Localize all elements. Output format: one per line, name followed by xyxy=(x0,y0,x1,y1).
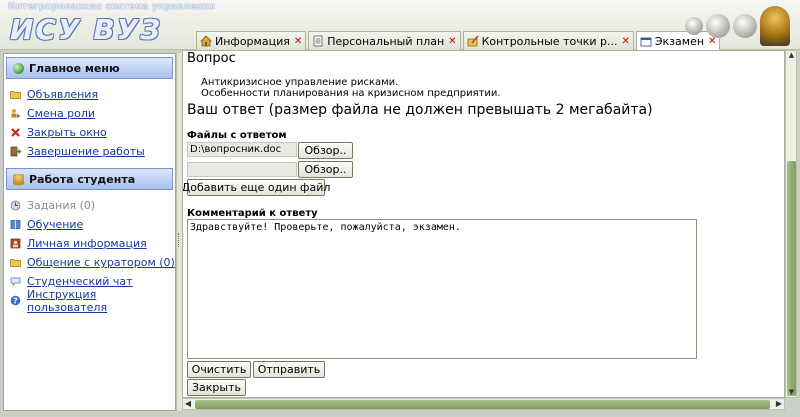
chat-icon xyxy=(10,276,21,287)
menu-item-label: Объявления xyxy=(27,88,99,101)
header-icons xyxy=(682,6,790,46)
photo-icon xyxy=(685,17,703,35)
book-icon xyxy=(10,219,21,230)
app-header: Интегрированная система управления ИСУ В… xyxy=(0,0,800,51)
scroll-left-icon[interactable]: ◀ xyxy=(183,399,193,409)
files-title: Файлы с ответом xyxy=(187,130,287,141)
file-path-field[interactable]: D:\вопросник.doc xyxy=(187,142,297,157)
pencil-icon xyxy=(467,35,479,47)
file-path-field[interactable] xyxy=(187,162,297,177)
person-card-icon xyxy=(10,238,21,249)
main-menu-title: Главное меню xyxy=(29,61,120,75)
university-logo-icon xyxy=(760,6,790,46)
vertical-scroll-thumb[interactable] xyxy=(787,161,796,396)
menu-item-announcements[interactable]: Объявления xyxy=(10,85,175,104)
vertical-scrollbar[interactable]: ▲ ▼ xyxy=(785,50,797,398)
photo-icon xyxy=(706,14,730,38)
photo-icon xyxy=(733,14,757,38)
student-icon xyxy=(13,173,24,185)
folder-icon xyxy=(10,257,21,268)
main-menu-header[interactable]: Главное меню xyxy=(6,57,173,79)
menu-item-label: Общение с куратором (0) xyxy=(27,256,175,269)
menu-item-label: Смена роли xyxy=(27,107,96,120)
question-title: Вопрос xyxy=(187,51,236,66)
menu-item-label: Закрыть окно xyxy=(27,126,107,139)
splitter-grip[interactable] xyxy=(178,233,181,247)
tab-label: Контрольные точки р... xyxy=(481,34,618,48)
add-file-button[interactable]: Добавить еще один файл xyxy=(183,179,330,196)
question-line: Особенности планирования на кризисном пр… xyxy=(201,88,501,99)
globe-icon xyxy=(13,62,24,74)
tab-label: Информация xyxy=(215,34,290,48)
tab-information[interactable]: Информация ✕ xyxy=(196,31,307,50)
browse-button[interactable]: Обзор.. xyxy=(298,142,353,159)
task-icon xyxy=(10,200,21,211)
main-menu-list: Объявления Смена роли Закрыть окно Завер… xyxy=(4,79,175,165)
student-menu-title: Работа студента xyxy=(29,172,136,186)
document-icon xyxy=(312,35,324,47)
menu-item-change-role[interactable]: Смена роли xyxy=(10,104,175,123)
scroll-down-icon[interactable]: ▼ xyxy=(787,388,796,397)
send-button[interactable]: Отправить xyxy=(253,361,325,378)
student-menu-list: Задания (0) Обучение Личная информация О… xyxy=(4,190,175,314)
menu-item-label: Студенческий чат xyxy=(27,275,133,288)
close-tab-icon[interactable]: ✕ xyxy=(294,36,302,47)
tab-personal-plan[interactable]: Персональный план ✕ xyxy=(308,31,461,50)
menu-item-label: Обучение xyxy=(27,218,84,231)
app-logo-title: ИСУ ВУЗ xyxy=(10,13,163,46)
comment-title: Комментарий к ответу xyxy=(187,208,318,219)
svg-text:?: ? xyxy=(13,296,18,305)
close-button[interactable]: Закрыть xyxy=(187,379,246,396)
menu-item-user-guide[interactable]: ? Инструкция пользователя xyxy=(10,288,175,314)
clear-button[interactable]: Очистить xyxy=(187,361,251,378)
horizontal-scrollbar[interactable]: ◀ ▶ xyxy=(182,398,785,410)
student-menu-header[interactable]: Работа студента xyxy=(6,168,173,190)
horizontal-scroll-thumb[interactable] xyxy=(195,400,770,409)
tab-bar: Информация ✕ Персональный план ✕ Контрол… xyxy=(196,31,722,51)
scroll-right-icon[interactable]: ▶ xyxy=(774,399,784,409)
menu-item-logout[interactable]: Завершение работы xyxy=(10,142,175,161)
tab-label: Персональный план xyxy=(327,34,445,48)
menu-item-personal-info[interactable]: Личная информация xyxy=(10,234,175,253)
comment-textarea[interactable]: Здравствуйте! Проверьте, пожалуйста, экз… xyxy=(187,219,697,359)
window-icon xyxy=(640,36,652,48)
tab-checkpoints[interactable]: Контрольные точки р... ✕ xyxy=(462,31,634,50)
menu-item-label: Личная информация xyxy=(27,237,147,250)
menu-item-curator-chat[interactable]: Общение с куратором (0) xyxy=(10,253,175,272)
menu-item-label: Завершение работы xyxy=(27,145,145,158)
menu-item-label: Задания (0) xyxy=(27,199,96,212)
menu-item-label: Инструкция пользователя xyxy=(27,287,108,314)
help-icon: ? xyxy=(10,295,21,306)
question-line: Антикризисное управление рисками. xyxy=(201,77,399,88)
menu-item-tasks[interactable]: Задания (0) xyxy=(10,196,175,215)
menu-item-education[interactable]: Обучение xyxy=(10,215,175,234)
user-switch-icon xyxy=(10,108,21,119)
browse-button[interactable]: Обзор.. xyxy=(298,161,353,178)
folder-icon xyxy=(10,89,21,100)
app-subtitle: Интегрированная система управления xyxy=(8,2,216,12)
close-tab-icon[interactable]: ✕ xyxy=(621,36,629,47)
close-tab-icon[interactable]: ✕ xyxy=(448,36,456,47)
sidebar: Главное меню Объявления Смена роли Закры… xyxy=(3,53,176,411)
exit-icon xyxy=(10,146,22,157)
close-icon xyxy=(10,127,21,138)
answer-title: Ваш ответ (размер файла не должен превыш… xyxy=(187,102,653,118)
exam-content: Вопрос Антикризисное управление рисками.… xyxy=(182,50,785,398)
menu-item-close-window[interactable]: Закрыть окно xyxy=(10,123,175,142)
scroll-up-icon[interactable]: ▲ xyxy=(787,51,796,60)
home-icon xyxy=(200,35,212,47)
